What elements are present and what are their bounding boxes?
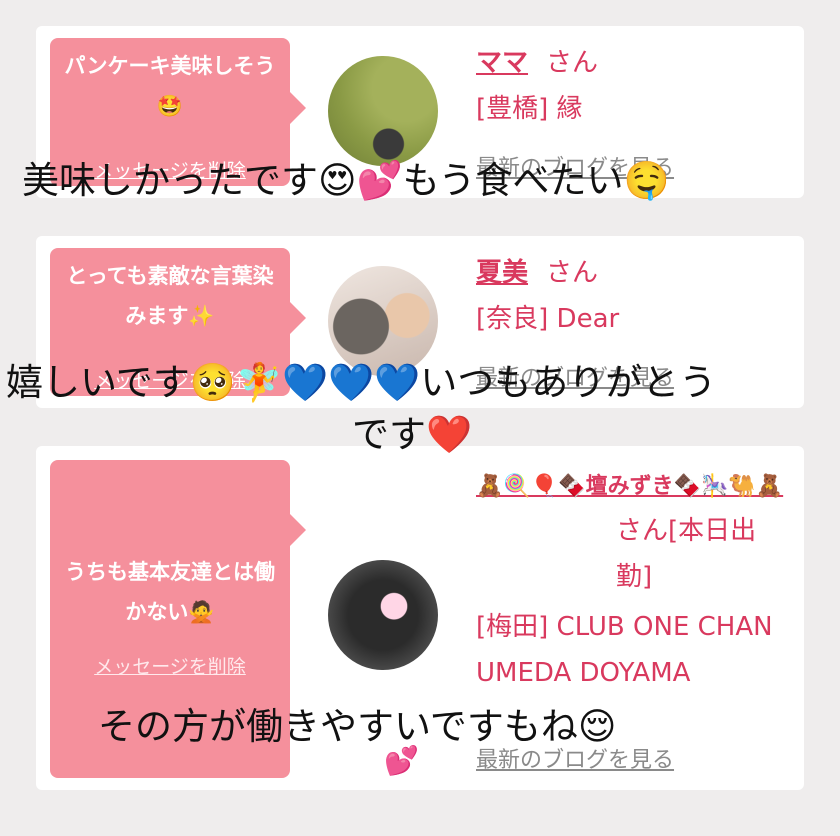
shop-name: [梅田] CLUB ONE CHAN UMEDA DOYAMA [476,612,773,688]
message-text: うちも基本友達とは働かない🙅 [65,560,275,624]
sender-name[interactable]: 夏美 [476,258,528,288]
overlay-text: 美味しかったです😍💕もう食べたい🤤 [22,159,670,202]
honorific: さん [546,258,599,288]
honorific: さん [546,48,599,78]
overlay-text: 💕 [384,744,419,777]
sender-info: 🧸🍭🎈🍫壇みずき🍫🎠🐫🧸 さん[本日出勤] [梅田] CLUB ONE CHAN… [476,462,786,696]
avatar[interactable] [328,560,438,670]
honorific: さん[本日出勤] [616,516,757,592]
shop-name: [奈良] Dear [476,304,620,334]
sender-name[interactable]: ママ [476,48,528,78]
delete-message-link[interactable]: メッセージを削除 [50,652,290,679]
message-text: パンケーキ美味しそう🤩 [64,54,276,118]
sender-name[interactable]: 🧸🍭🎈🍫壇みずき🍫🎠🐫🧸 [476,474,783,499]
overlay-text: です❤️ [352,413,473,456]
sender-info: 夏美 さん [奈良] Dear [476,250,786,342]
message-text: とっても素敵な言葉染みます✨ [66,264,274,328]
shop-name: [豊橋] 縁 [476,94,583,124]
overlay-text: その方が働きやすいですもね😌 [98,705,617,748]
overlay-text: 嬉しいです🥺🧚💙💙💙いつもありがとう [6,361,717,404]
sender-info: ママ さん [豊橋] 縁 [476,40,786,132]
